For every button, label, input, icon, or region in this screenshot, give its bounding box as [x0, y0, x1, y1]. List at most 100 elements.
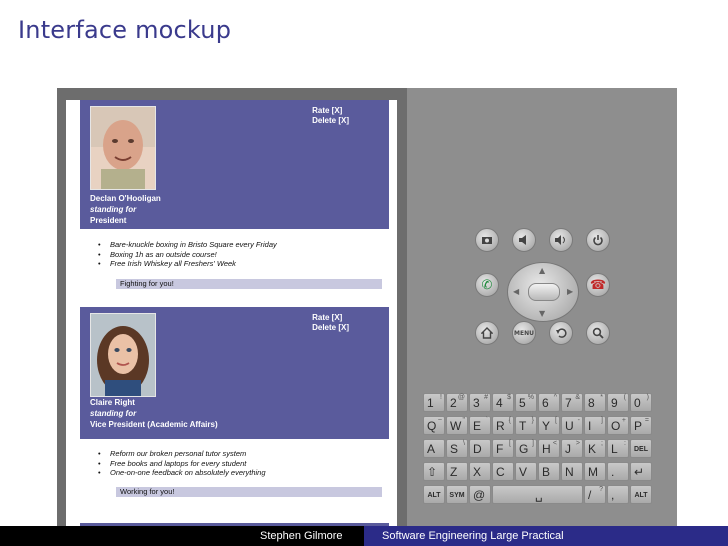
- key-z[interactable]: Z: [446, 462, 468, 481]
- key-a[interactable]: A: [423, 439, 445, 458]
- dpad-up-icon[interactable]: ▲: [539, 266, 545, 275]
- camera-icon[interactable]: [475, 228, 499, 252]
- candidate-card-header: Rate [X] Delete [X] Claire Right standin…: [80, 307, 389, 439]
- device-screen: Rate [X] Delete [X] Declan O'Hooligan st…: [57, 88, 407, 526]
- slide-title: Interface mockup: [18, 16, 232, 44]
- candidate-role: President: [90, 216, 127, 225]
- key-d[interactable]: D: [469, 439, 491, 458]
- key-q[interactable]: Q ~: [423, 416, 445, 435]
- manifesto-item: Bare-knuckle boxing in Bristo Square eve…: [98, 240, 277, 250]
- role-intro: standing for: [90, 205, 137, 214]
- manifesto-item: Boxing 1h as an outside course!: [98, 250, 277, 260]
- candidate-photo: [90, 106, 156, 190]
- dpad-down-icon[interactable]: ▼: [539, 309, 545, 318]
- key-y[interactable]: Y[: [538, 416, 560, 435]
- key-b[interactable]: B: [538, 462, 560, 481]
- key-u[interactable]: U-: [561, 416, 583, 435]
- candidate-actions: Rate [X] Delete [X]: [312, 106, 349, 126]
- key-h[interactable]: H <: [538, 439, 560, 458]
- key-f[interactable]: F[: [492, 439, 514, 458]
- search-icon[interactable]: [586, 321, 610, 345]
- power-icon[interactable]: [586, 228, 610, 252]
- key-del[interactable]: DEL: [630, 439, 652, 458]
- key-3[interactable]: 3 #: [469, 393, 491, 412]
- end-call-icon[interactable]: ☎: [586, 273, 610, 297]
- key-s[interactable]: S \: [446, 439, 468, 458]
- role-intro: standing for: [90, 409, 137, 418]
- manifesto-item: One-on-one feedback on absolutely everyt…: [98, 468, 265, 478]
- volume-up-icon[interactable]: [549, 228, 573, 252]
- candidate-card-body: Reform our broken personal tutor system …: [80, 439, 389, 524]
- candidate-name: Declan O'Hooligan: [90, 194, 161, 203]
- key-p[interactable]: P =: [630, 416, 652, 435]
- candidate-actions: Rate [X] Delete [X]: [312, 313, 349, 333]
- key-period[interactable]: .: [607, 462, 629, 481]
- key-4[interactable]: 4 $: [492, 393, 514, 412]
- key-alt-right[interactable]: ALT: [630, 485, 652, 504]
- key-i[interactable]: I]: [584, 416, 606, 435]
- call-icon[interactable]: ✆: [475, 273, 499, 297]
- key-6[interactable]: 6 ^: [538, 393, 560, 412]
- rate-link[interactable]: Rate [X]: [312, 313, 349, 323]
- key-j[interactable]: J >: [561, 439, 583, 458]
- slogan-bar: Working for you!: [116, 487, 382, 497]
- key-slash[interactable]: /?: [584, 485, 606, 504]
- dpad-left-icon[interactable]: ◀: [513, 287, 519, 296]
- key-enter[interactable]: ↵: [630, 462, 652, 481]
- key-0[interactable]: 0): [630, 393, 652, 412]
- key-2[interactable]: 2 @: [446, 393, 468, 412]
- volume-down-icon[interactable]: [512, 228, 536, 252]
- home-icon[interactable]: [475, 321, 499, 345]
- key-c[interactable]: C: [492, 462, 514, 481]
- candidate-info: Claire Right standing for Vice President…: [90, 397, 218, 430]
- key-8[interactable]: 8 *: [584, 393, 606, 412]
- back-icon[interactable]: [549, 321, 573, 345]
- key-comma[interactable]: ,: [607, 485, 629, 504]
- dpad-center-button[interactable]: [528, 283, 560, 301]
- menu-label: MENU: [514, 329, 534, 337]
- key-shift[interactable]: ⇧: [423, 462, 445, 481]
- candidate-card-body: Bare-knuckle boxing in Bristo Square eve…: [80, 229, 389, 314]
- manifesto-item: Free books and laptops for every student: [98, 459, 266, 469]
- app-content: Rate [X] Delete [X] Declan O'Hooligan st…: [66, 100, 397, 526]
- key-sym[interactable]: SYM: [446, 485, 468, 504]
- key-r[interactable]: R{: [492, 416, 514, 435]
- candidate-photo: [90, 313, 156, 397]
- key-g[interactable]: G]: [515, 439, 537, 458]
- emulator-window: Rate [X] Delete [X] Declan O'Hooligan st…: [57, 88, 677, 526]
- menu-icon[interactable]: MENU: [512, 321, 536, 345]
- key-x[interactable]: X: [469, 462, 491, 481]
- manifesto-item: Free Irish Whiskey all Freshers' Week: [98, 259, 277, 269]
- key-m[interactable]: M: [584, 462, 606, 481]
- key-e[interactable]: E `: [469, 416, 491, 435]
- key-7[interactable]: 7 &: [561, 393, 583, 412]
- key-t[interactable]: T}: [515, 416, 537, 435]
- manifesto-list: Reform our broken personal tutor system …: [98, 449, 266, 478]
- slogan-bar: Fighting for you!: [116, 279, 382, 289]
- key-5[interactable]: 5%: [515, 393, 537, 412]
- key-l[interactable]: L:: [607, 439, 629, 458]
- key-9[interactable]: 9(: [607, 393, 629, 412]
- key-v[interactable]: V: [515, 462, 537, 481]
- rate-link[interactable]: Rate [X]: [312, 106, 349, 116]
- key-o[interactable]: O +: [607, 416, 629, 435]
- key-k[interactable]: K;: [584, 439, 606, 458]
- footer-author: Stephen Gilmore: [260, 530, 343, 542]
- dpad[interactable]: ▲ ▼ ◀ ▶: [507, 262, 579, 322]
- key-at[interactable]: @: [469, 485, 491, 504]
- key-alt-left[interactable]: ALT: [423, 485, 445, 504]
- keyboard: 1! 2 @ 3 # 4 $ 5% 6 ^ 7 & 8 * 9( 0) Q ~ W " E ` R…: [423, 389, 667, 509]
- dpad-right-icon[interactable]: ▶: [567, 287, 573, 296]
- candidate-info: Declan O'Hooligan standing for President: [90, 193, 161, 226]
- delete-link[interactable]: Delete [X]: [312, 323, 349, 333]
- key-1[interactable]: 1!: [423, 393, 445, 412]
- key-space[interactable]: ␣: [492, 485, 583, 504]
- delete-link[interactable]: Delete [X]: [312, 116, 349, 126]
- candidate-name: Claire Right: [90, 398, 135, 407]
- key-n[interactable]: N: [561, 462, 583, 481]
- footer-course: Software Engineering Large Practical: [382, 530, 564, 542]
- manifesto-list: Bare-knuckle boxing in Bristo Square eve…: [98, 240, 277, 269]
- candidate-role: Vice President (Academic Affairs): [90, 420, 218, 429]
- candidate-card-header: Rate [X] Delete [X] Declan O'Hooligan st…: [80, 100, 389, 229]
- key-w[interactable]: W ": [446, 416, 468, 435]
